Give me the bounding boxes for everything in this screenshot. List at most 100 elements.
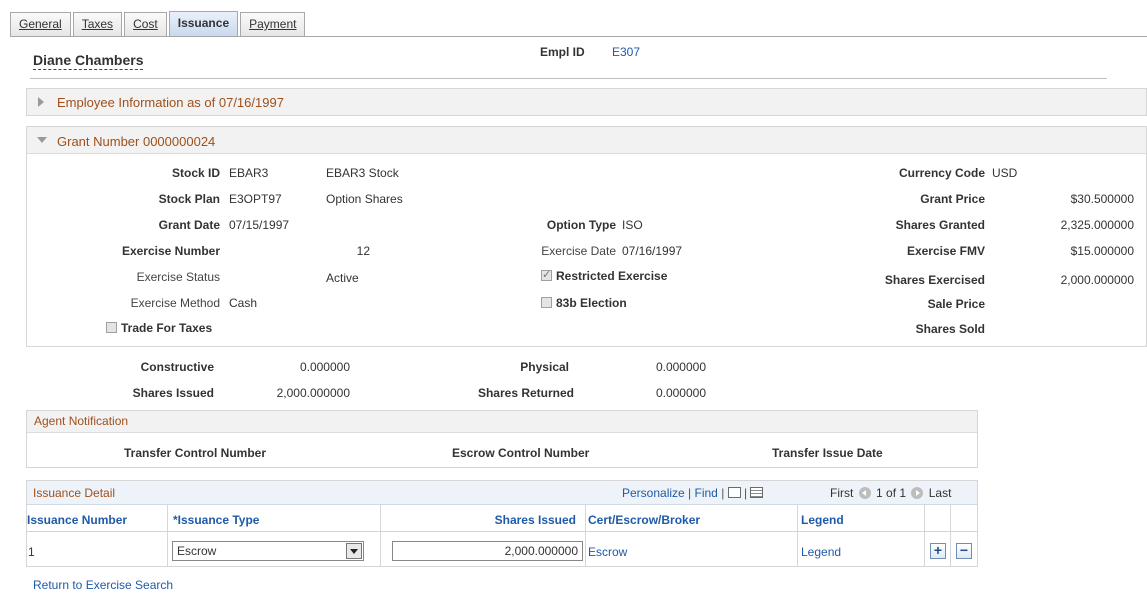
header-divider <box>30 78 1107 79</box>
employee-name: Diane Chambers <box>33 52 144 70</box>
currency-code-value: USD <box>992 166 1018 180</box>
legend-link[interactable]: Legend <box>801 545 841 559</box>
restricted-exercise-field[interactable]: Restricted Exercise <box>541 268 668 283</box>
empl-id-label: Empl ID <box>540 45 585 59</box>
election-83b-checkbox[interactable] <box>541 297 552 308</box>
col-divider <box>167 505 168 567</box>
return-to-search-link[interactable]: Return to Exercise Search <box>33 578 173 592</box>
col-legend[interactable]: Legend <box>801 513 844 527</box>
personalize-link[interactable]: Personalize <box>622 486 685 500</box>
delete-row-button[interactable]: − <box>956 543 972 559</box>
col-divider <box>380 505 381 567</box>
exercise-fmv-value: $15.000000 <box>1070 244 1134 258</box>
add-row-button[interactable]: + <box>930 543 946 559</box>
col-shares-issued[interactable]: Shares Issued <box>480 513 576 527</box>
exercise-method-value: Cash <box>229 296 258 310</box>
restricted-exercise-checkbox[interactable] <box>541 268 552 281</box>
exercise-number-label: Exercise Number <box>121 244 220 258</box>
shares-exercised-label: Shares Exercised <box>884 273 985 287</box>
agent-notification-header <box>27 411 977 433</box>
next-arrow-icon[interactable] <box>911 487 924 499</box>
election-83b-label: 83b Election <box>556 296 627 310</box>
trade-for-taxes-label: Trade For Taxes <box>121 321 213 335</box>
tab-underline <box>10 36 1147 37</box>
transfer-control-label: Transfer Control Number <box>124 446 267 460</box>
grant-section: Grant Number 0000000024 <box>26 126 1147 347</box>
new-window-icon[interactable] <box>727 487 741 498</box>
nav-separator-2: | <box>721 486 725 500</box>
page-range: 1 of 1 <box>876 486 907 500</box>
shares-issued-label: Shares Issued <box>132 386 214 400</box>
trade-for-taxes-checkbox[interactable] <box>106 322 117 333</box>
collapse-icon[interactable] <box>37 137 47 143</box>
shares-exercised-value: 2,000.000000 <box>1060 273 1134 287</box>
sale-price-label: Sale Price <box>927 297 985 311</box>
first-label: First <box>830 486 854 500</box>
tab-issuance[interactable]: Issuance <box>168 11 239 36</box>
prev-arrow-icon[interactable] <box>858 487 871 499</box>
agent-notification-title: Agent Notification <box>34 414 129 428</box>
employee-info-title[interactable]: Employee Information as of 07/16/1997 <box>57 95 284 110</box>
col-divider <box>585 505 586 567</box>
exercise-status-label: Exercise Status <box>136 270 220 284</box>
stock-id-value: EBAR3 <box>229 166 269 180</box>
shares-returned-value: 0.000000 <box>655 386 706 400</box>
physical-value: 0.000000 <box>655 360 706 374</box>
exercise-date-value: 07/16/1997 <box>622 244 683 258</box>
col-divider <box>924 505 925 567</box>
stock-plan-label: Stock Plan <box>158 192 220 206</box>
restricted-exercise-label: Restricted Exercise <box>556 269 668 283</box>
col-issuance-number[interactable]: Issuance Number <box>27 513 127 527</box>
col-cert-escrow-broker[interactable]: Cert/Escrow/Broker <box>588 513 700 527</box>
shares-granted-label: Shares Granted <box>895 218 985 232</box>
trade-for-taxes-field[interactable]: Trade For Taxes <box>106 321 212 335</box>
constructive-label: Constructive <box>140 360 214 374</box>
constructive-value: 0.000000 <box>299 360 350 374</box>
physical-label: Physical <box>520 360 569 374</box>
tab-payment[interactable]: Payment <box>240 12 306 36</box>
stock-id-desc: EBAR3 Stock <box>326 166 399 180</box>
col-divider <box>797 505 798 567</box>
exercise-fmv-label: Exercise FMV <box>906 244 985 258</box>
grant-section-title[interactable]: Grant Number 0000000024 <box>57 134 215 149</box>
option-type-value: ISO <box>622 218 643 232</box>
expand-icon[interactable] <box>38 97 44 107</box>
issuance-type-value: Escrow <box>177 544 217 558</box>
download-grid-icon[interactable] <box>750 487 764 498</box>
nav-separator-3: | <box>744 486 748 500</box>
stock-id-label: Stock ID <box>171 166 220 180</box>
tab-taxes[interactable]: Taxes <box>72 12 123 36</box>
find-link[interactable]: Find <box>695 486 718 500</box>
col-divider <box>950 505 951 567</box>
grant-price-value: $30.500000 <box>1070 192 1134 206</box>
nav-separator: | <box>688 486 692 500</box>
grant-date-label: Grant Date <box>158 218 220 232</box>
pagination: First 1 of 1 Last <box>830 486 951 500</box>
empl-id-value: E307 <box>612 45 641 59</box>
grant-date-value: 07/15/1997 <box>229 218 290 232</box>
shares-issued-input[interactable]: 2,000.000000 <box>392 541 583 561</box>
employee-info-section[interactable]: Employee Information as of 07/16/1997 <box>26 88 1147 116</box>
exercise-number-value: 12 <box>356 244 370 258</box>
shares-granted-value: 2,325.000000 <box>1060 218 1134 232</box>
col-issuance-type[interactable]: *Issuance Type <box>173 513 259 527</box>
tab-general[interactable]: General <box>10 12 71 36</box>
currency-code-label: Currency Code <box>898 166 985 180</box>
transfer-issue-date-label: Transfer Issue Date <box>772 446 883 460</box>
grid-nav: Personalize | Find | | <box>622 486 764 500</box>
exercise-date-label: Exercise Date <box>541 244 616 258</box>
grant-price-label: Grant Price <box>920 192 985 206</box>
exercise-method-label: Exercise Method <box>130 296 220 310</box>
dropdown-arrow-icon[interactable] <box>346 543 362 559</box>
shares-returned-label: Shares Returned <box>477 386 574 400</box>
last-label: Last <box>928 486 952 500</box>
tab-cost[interactable]: Cost <box>124 12 167 36</box>
issuance-detail-title: Issuance Detail <box>33 486 116 500</box>
election-83b-field[interactable]: 83b Election <box>541 296 627 310</box>
escrow-control-label: Escrow Control Number <box>452 446 590 460</box>
option-type-label: Option Type <box>546 218 616 232</box>
issuance-type-select[interactable]: Escrow <box>172 541 364 561</box>
stock-plan-desc: Option Shares <box>326 192 403 206</box>
cert-escrow-broker-link[interactable]: Escrow <box>588 545 627 559</box>
tab-bar: General Taxes Cost Issuance Payment <box>10 11 307 36</box>
